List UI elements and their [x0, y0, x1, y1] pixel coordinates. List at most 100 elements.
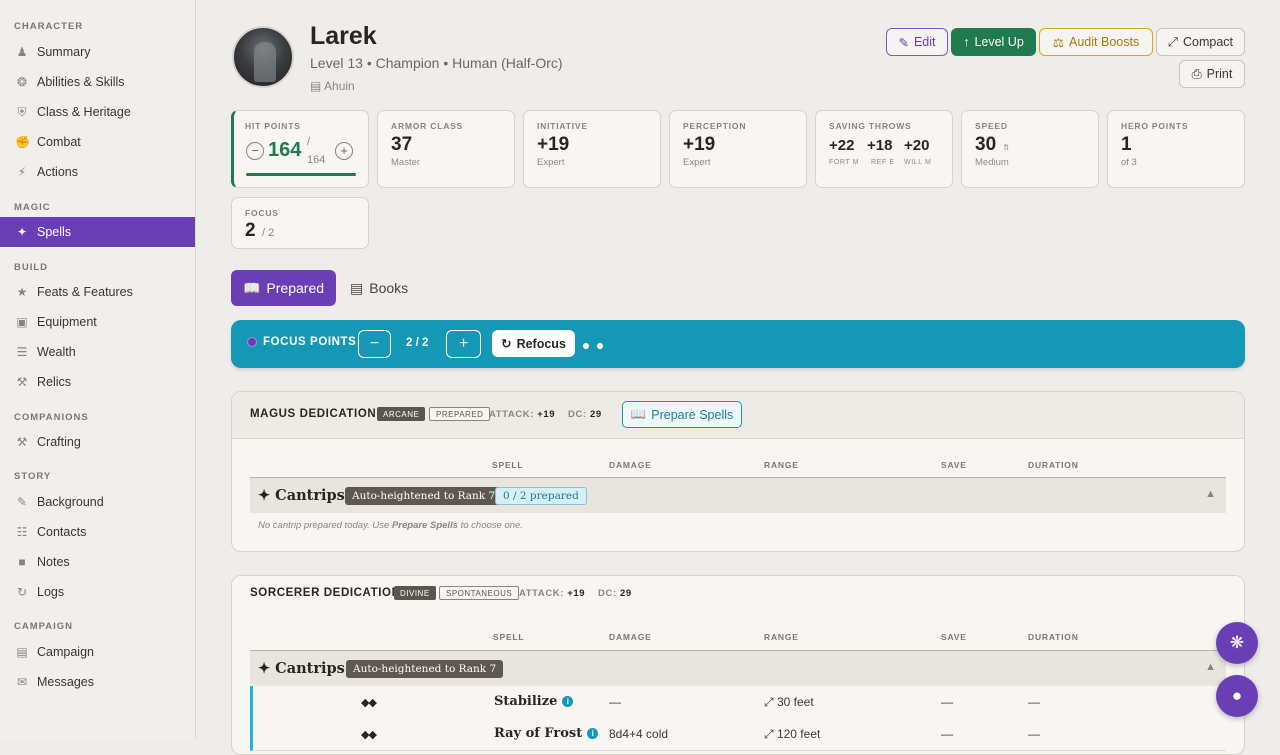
- scroll-icon: ✎: [16, 495, 28, 509]
- tradition-badge: DIVINE: [394, 586, 436, 600]
- spell-name[interactable]: Stabilize i: [494, 694, 574, 709]
- sidebar-item-actions[interactable]: ⚡ Actions: [0, 157, 195, 187]
- attack-label: ATTACK:: [519, 588, 565, 599]
- sidebar-item-background[interactable]: ✎ Background: [0, 487, 195, 517]
- range-arrow-icon: ⤢: [764, 695, 774, 709]
- magus-dc: DC: 29: [568, 409, 602, 420]
- sidebar-item-label: Background: [37, 495, 104, 509]
- spell-duration: —: [1028, 695, 1040, 709]
- prepare-spells-button[interactable]: 📖 Prepare Spells: [622, 401, 742, 428]
- focus-increase-button[interactable]: +: [446, 330, 481, 358]
- hp-label: HIT POINTS: [245, 121, 301, 131]
- sidebar-item-relics[interactable]: ⚒ Relics: [0, 367, 195, 397]
- table-row[interactable]: ◆◆ Stabilize i — ⤢ 30 feet — —: [250, 686, 1226, 719]
- print-button[interactable]: ⎙ Print: [1179, 60, 1245, 88]
- column-damage: DAMAGE: [609, 632, 652, 642]
- sidebar-item-abilities[interactable]: ❂ Abilities & Skills: [0, 67, 195, 97]
- sidebar-item-label: Logs: [37, 585, 65, 599]
- level-up-button[interactable]: ↑ Level Up: [951, 28, 1036, 56]
- ac-rank: Master: [391, 157, 421, 168]
- ref-value: +18: [867, 137, 893, 154]
- spell-range: ⤢ 120 feet: [764, 727, 820, 742]
- sidebar-item-summary[interactable]: ♟ Summary: [0, 37, 195, 67]
- sidebar-item-feats[interactable]: ★ Feats & Features: [0, 277, 195, 307]
- table-row[interactable]: ◆◆ Ray of Frost i 8d4+4 cold ⤢ 120 feet —…: [250, 718, 1226, 751]
- rank-label: Cantrips: [275, 660, 345, 677]
- prepare-spells-label: Prepare Spells: [651, 407, 734, 422]
- sidebar-item-class-heritage[interactable]: ⛨ Class & Heritage: [0, 97, 195, 127]
- hp-separator: /: [307, 136, 311, 148]
- spell-damage: —: [609, 695, 621, 709]
- column-duration: DURATION: [1028, 460, 1079, 470]
- sidebar-item-label: Equipment: [37, 315, 97, 329]
- sidebar-item-spells[interactable]: ✦ Spells: [0, 217, 195, 247]
- hp-decrease-button[interactable]: −: [246, 142, 264, 160]
- note-icon: ■: [18, 555, 26, 569]
- edit-label: Edit: [913, 35, 936, 49]
- sidebar-item-campaign[interactable]: ▤ Campaign: [0, 637, 195, 667]
- chevron-up-icon[interactable]: ▲: [1205, 488, 1216, 500]
- tab-prepared[interactable]: 📖 Prepared: [231, 270, 336, 306]
- sidebar-item-crafting[interactable]: ⚒ Crafting: [0, 427, 195, 457]
- prepared-count-badge: 0 / 2 prepared: [495, 487, 587, 505]
- edit-icon: ✎: [898, 35, 909, 50]
- empty-text-bold: Prepare Spells: [391, 520, 458, 531]
- info-icon[interactable]: i: [562, 696, 574, 707]
- wand-icon: ✦: [258, 487, 271, 504]
- speed-label: SPEED: [975, 121, 1008, 131]
- sidebar-item-label: Spells: [37, 225, 72, 239]
- magus-dedication-panel: MAGUS DEDICATION ARCANE PREPARED ATTACK:…: [231, 391, 1245, 552]
- tab-books[interactable]: ▤ Books: [348, 270, 428, 306]
- fort-label: FORT M: [829, 159, 860, 166]
- chat-button[interactable]: ●: [1216, 675, 1258, 717]
- sidebar-item-logs[interactable]: ↻ Logs: [0, 577, 195, 607]
- column-save: SAVE: [941, 632, 967, 642]
- dice-roller-button[interactable]: ❋: [1216, 622, 1258, 664]
- shield-icon: ⛨: [17, 104, 27, 119]
- dc-label: DC:: [568, 409, 587, 420]
- character-subtitle: Level 13 • Champion • Human (Half-Orc): [310, 55, 563, 71]
- sidebar-item-notes[interactable]: ■ Notes: [0, 547, 195, 577]
- sidebar-item-contacts[interactable]: ☷ Contacts: [0, 517, 195, 547]
- initiative-rank: Expert: [537, 157, 565, 168]
- sorcerer-panel-header: SORCERER DEDICATION DIVINE SPONTANEOUS A…: [232, 576, 1244, 610]
- audit-boosts-button[interactable]: ⚖ Audit Boosts: [1039, 28, 1153, 56]
- sidebar-item-combat[interactable]: ✊ Combat: [0, 127, 195, 157]
- rank-label: Cantrips: [275, 487, 345, 504]
- sidebar-item-label: Abilities & Skills: [37, 75, 125, 89]
- tradition-badge: ARCANE: [377, 407, 426, 421]
- hero-points-card[interactable]: HERO POINTS 1 of 3: [1107, 110, 1245, 188]
- rank-header-cantrips[interactable]: ✦ Cantrips Auto-heightened to Rank 7 0 / …: [250, 477, 1226, 513]
- sidebar-item-wealth[interactable]: ☰ Wealth: [0, 337, 195, 367]
- section-campaign: CAMPAIGN: [14, 621, 74, 632]
- chevron-up-icon[interactable]: ▲: [1205, 661, 1216, 673]
- printer-icon: ⎙: [1191, 66, 1202, 81]
- hero-points-value: 1: [1121, 134, 1132, 155]
- attack-value: +19: [537, 409, 556, 420]
- edit-button[interactable]: ✎ Edit: [886, 28, 948, 56]
- heighten-badge: Auto-heightened to Rank 7: [346, 660, 504, 678]
- sidebar-item-messages[interactable]: ✉ Messages: [0, 667, 195, 697]
- refocus-button[interactable]: ↻ Refocus: [492, 330, 575, 357]
- hp-increase-button[interactable]: +: [335, 142, 353, 160]
- sidebar-item-label: Summary: [37, 45, 91, 59]
- perception-rank: Expert: [683, 157, 711, 168]
- info-icon[interactable]: i: [587, 728, 599, 739]
- rank-header-cantrips[interactable]: ✦ Cantrips Auto-heightened to Rank 7 ▲: [250, 650, 1226, 686]
- rank-title: ✦ Cantrips: [258, 660, 345, 677]
- column-range: RANGE: [764, 632, 799, 642]
- spell-range: ⤢ 30 feet: [764, 695, 814, 710]
- sidebar-item-equipment[interactable]: ▣ Equipment: [0, 307, 195, 337]
- address-book-icon: ☷: [16, 525, 28, 539]
- attack-value: +19: [567, 588, 586, 599]
- empty-text-post: to choose one.: [457, 520, 523, 531]
- heighten-badge: Auto-heightened to Rank 7: [345, 487, 503, 505]
- tab-books-label: Books: [369, 280, 409, 296]
- sorcerer-dedication-panel: SORCERER DEDICATION DIVINE SPONTANEOUS A…: [231, 575, 1245, 755]
- focus-orb-icon: [247, 337, 257, 347]
- hp-bar: [246, 173, 356, 176]
- focus-decrease-button[interactable]: −: [358, 330, 391, 358]
- compact-button[interactable]: ⤢ Compact: [1156, 28, 1245, 56]
- sidebar-item-label: Messages: [37, 675, 94, 689]
- focus-points-label: FOCUS POINTS: [263, 336, 357, 348]
